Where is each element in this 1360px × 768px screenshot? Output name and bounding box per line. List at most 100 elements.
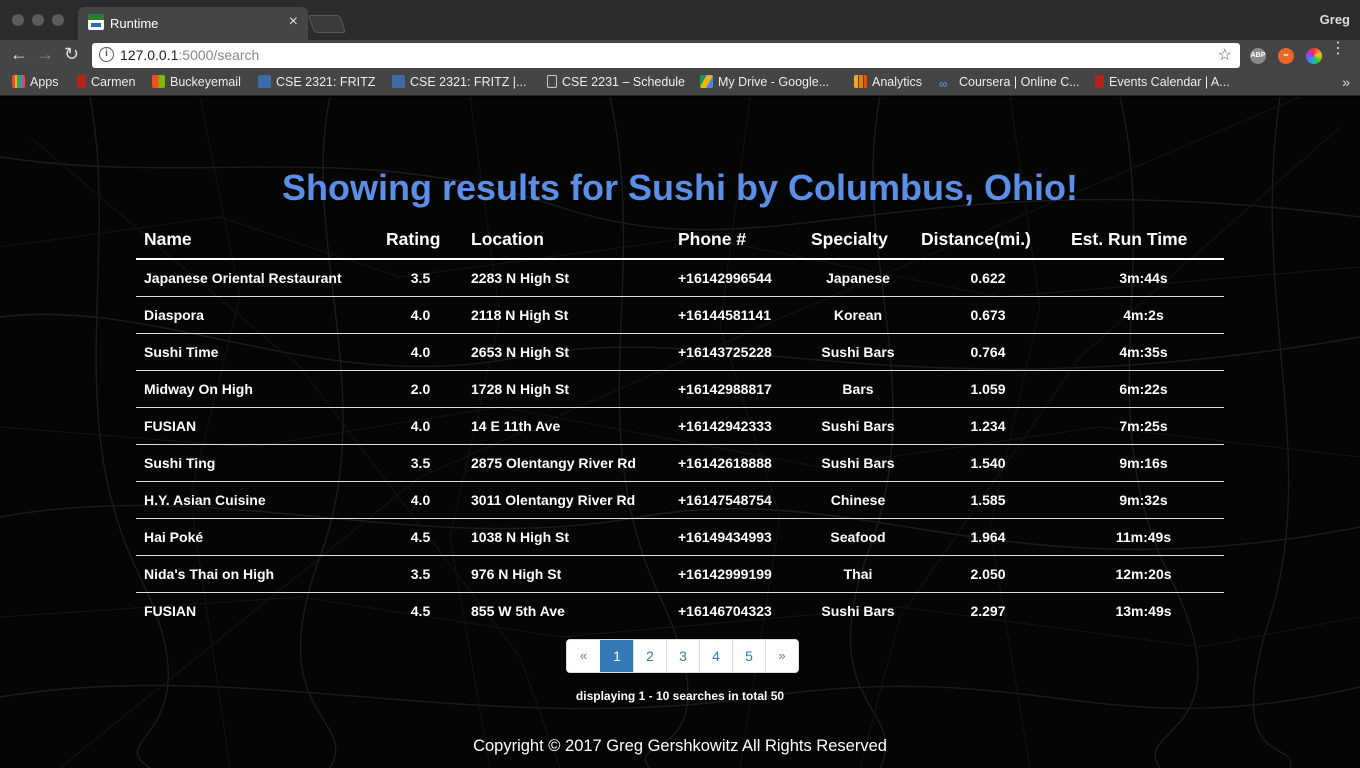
cell-run-time: 13m:49s <box>1063 591 1224 629</box>
cell-location: 976 N High St <box>463 554 670 592</box>
cell-location: 2875 Olentangy River Rd <box>463 443 670 481</box>
bookmark-analytics[interactable]: Analytics <box>854 75 922 89</box>
table-header-row: Name Rating Location Phone # Specialty D… <box>136 221 1224 260</box>
cell-distance: 0.622 <box>913 258 1063 296</box>
column-header-location: Location <box>463 221 670 260</box>
address-bar[interactable]: i 127.0.0.1:5000/search ☆ <box>92 43 1240 68</box>
cell-specialty: Chinese <box>803 480 913 518</box>
piazza-icon <box>392 75 405 88</box>
cell-restaurant-name: Japanese Oriental Restaurant <box>136 258 378 296</box>
cell-phone: +16149434993 <box>670 517 803 555</box>
table-row: Sushi Ting 3.5 2875 Olentangy River Rd +161… <box>136 443 1224 481</box>
tab-close-icon[interactable]: × <box>289 13 298 31</box>
cell-run-time: 3m:44s <box>1063 258 1224 296</box>
cell-specialty: Seafood <box>803 517 913 555</box>
bookmark-coursera[interactable]: ∞ Coursera | Online C... <box>939 75 1080 91</box>
displaying-middle: searches in total <box>672 689 768 703</box>
apps-grid-icon <box>12 75 25 88</box>
table-row: Nida's Thai on High 3.5 976 N High St +1614… <box>136 554 1224 592</box>
cell-distance: 0.673 <box>913 295 1063 333</box>
bookmark-buckeyemail[interactable]: Buckeyemail <box>152 75 241 89</box>
extension-icon[interactable]: ∞ <box>1278 48 1294 64</box>
column-header-name: Name <box>136 221 378 260</box>
browser-titlebar: Runtime × Greg <box>0 0 1360 40</box>
bookmark-label: Coursera | Online C... <box>959 75 1080 89</box>
cell-phone: +16142996544 <box>670 258 803 296</box>
piazza-icon <box>258 75 271 88</box>
cell-specialty: Sushi Bars <box>803 406 913 444</box>
cell-run-time: 11m:49s <box>1063 517 1224 555</box>
cell-distance: 1.964 <box>913 517 1063 555</box>
cell-distance: 1.540 <box>913 443 1063 481</box>
cell-run-time: 4m:35s <box>1063 332 1224 370</box>
bookmark-google-drive[interactable]: My Drive - Google... <box>700 75 829 89</box>
browser-toolbar: ← → ↻ i 127.0.0.1:5000/search ☆ ABP ∞ ⋮ <box>0 40 1360 70</box>
browser-tab[interactable]: Runtime × <box>78 7 308 40</box>
cell-rating: 4.5 <box>378 517 463 555</box>
outlook-icon <box>152 75 165 88</box>
cell-run-time: 12m:20s <box>1063 554 1224 592</box>
pagination: « 1 2 3 4 5 » <box>566 639 799 673</box>
cell-specialty: Sushi Bars <box>803 591 913 629</box>
pagination-page-4[interactable]: 4 <box>699 640 732 672</box>
bookmark-label: Analytics <box>872 75 923 89</box>
pagination-page-2[interactable]: 2 <box>633 640 666 672</box>
cell-restaurant-name: H.Y. Asian Cuisine <box>136 480 378 518</box>
profile-name[interactable]: Greg <box>1320 12 1350 27</box>
cell-phone: +16143725228 <box>670 332 803 370</box>
table-row: Hai Poké 4.5 1038 N High St +16149434993 Sea… <box>136 517 1224 555</box>
bookmark-star-icon[interactable]: ☆ <box>1218 45 1232 65</box>
cell-phone: +16146704323 <box>670 591 803 629</box>
copyright-footer: Copyright © 2017 Greg Gershkowitz All Ri… <box>473 737 887 755</box>
cell-phone: +16142942333 <box>670 406 803 444</box>
cell-rating: 3.5 <box>378 443 463 481</box>
cell-rating: 3.5 <box>378 554 463 592</box>
cell-rating: 4.0 <box>378 406 463 444</box>
new-tab-button[interactable] <box>307 15 347 33</box>
browser-menu-icon[interactable]: ⋮ <box>1330 41 1346 57</box>
back-arrow-icon[interactable]: ← <box>10 44 28 65</box>
pagination-page-5[interactable]: 5 <box>732 640 765 672</box>
window-close-button[interactable] <box>12 14 24 26</box>
column-header-specialty: Specialty <box>803 221 913 260</box>
site-favicon-icon <box>88 14 104 30</box>
cell-distance: 1.234 <box>913 406 1063 444</box>
reload-icon[interactable]: ↻ <box>64 44 79 65</box>
table-row: Japanese Oriental Restaurant 3.5 2283 N Hi… <box>136 258 1224 296</box>
cell-restaurant-name: Hai Poké <box>136 517 378 555</box>
cell-distance: 2.050 <box>913 554 1063 592</box>
coursera-icon: ∞ <box>939 77 948 91</box>
bookmark-cse2321-1[interactable]: CSE 2321: FRITZ <box>258 75 375 89</box>
cell-restaurant-name: Diaspora <box>136 295 378 333</box>
column-header-rating: Rating <box>378 221 463 260</box>
cell-specialty: Sushi Bars <box>803 443 913 481</box>
bookmark-label: CSE 2321: FRITZ |... <box>410 75 527 89</box>
cell-phone: +16142999199 <box>670 554 803 592</box>
table-row: Diaspora 4.0 2118 N High St +16144581141 Kor… <box>136 295 1224 333</box>
cell-location: 2653 N High St <box>463 332 670 370</box>
cell-restaurant-name: Midway On High <box>136 369 378 407</box>
pagination-page-3[interactable]: 3 <box>666 640 699 672</box>
bookmark-carmen[interactable]: Carmen <box>77 75 135 89</box>
bookmark-events-calendar[interactable]: Events Calendar | A... <box>1095 75 1230 89</box>
color-picker-extension-icon[interactable] <box>1306 48 1322 64</box>
cell-phone: +16142618888 <box>670 443 803 481</box>
pagination-page-1[interactable]: 1 <box>600 640 633 672</box>
cell-run-time: 6m:22s <box>1063 369 1224 407</box>
cell-location: 1038 N High St <box>463 517 670 555</box>
forward-arrow-icon[interactable]: → <box>36 44 54 65</box>
bookmark-label: Carmen <box>91 75 136 89</box>
pagination-prev-button[interactable]: « <box>567 640 600 672</box>
bookmark-cse2321-2[interactable]: CSE 2321: FRITZ |... <box>392 75 526 89</box>
site-info-icon[interactable]: i <box>99 47 114 62</box>
window-zoom-button[interactable] <box>52 14 64 26</box>
pagination-next-button[interactable]: » <box>765 640 798 672</box>
cell-phone: +16144581141 <box>670 295 803 333</box>
bookmark-label: Apps <box>30 75 59 89</box>
adblock-extension-icon[interactable]: ABP <box>1250 48 1266 64</box>
bookmark-cse2231[interactable]: CSE 2231 – Schedule <box>547 75 685 89</box>
url-host: 127.0.0.1 <box>120 47 179 63</box>
bookmark-apps[interactable]: Apps <box>12 75 59 89</box>
more-bookmarks-chevron-icon[interactable]: » <box>1342 74 1350 90</box>
window-minimize-button[interactable] <box>32 14 44 26</box>
